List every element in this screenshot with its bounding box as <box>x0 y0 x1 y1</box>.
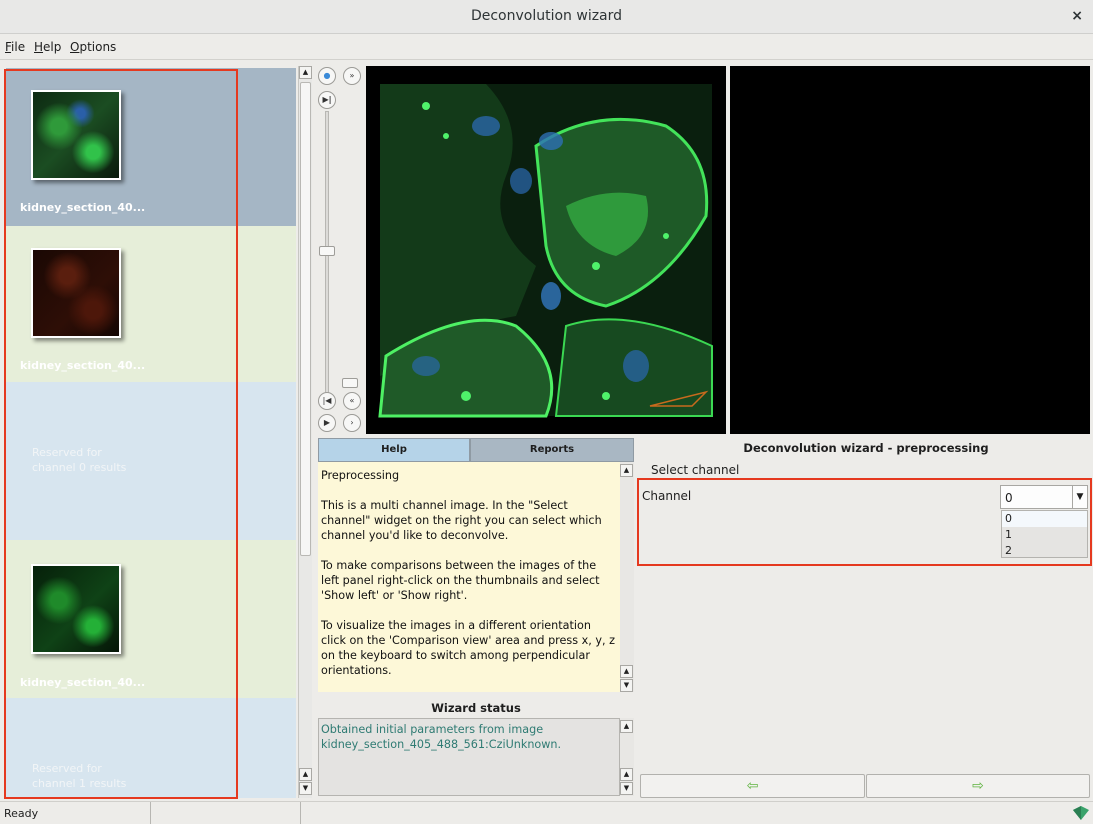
rewind-icon[interactable]: |◀ <box>318 392 336 410</box>
reserved-label: Reserved for channel 0 results <box>32 445 126 475</box>
play-icon[interactable]: ▶ <box>318 414 336 432</box>
scroll-up-icon[interactable]: ▲ <box>299 66 312 79</box>
menu-help[interactable]: Help <box>34 40 61 54</box>
channel-option[interactable]: 0 <box>1002 511 1087 527</box>
status-line: kidney_section_405_488_561:CziUnknown. <box>321 738 562 751</box>
status-text: Ready <box>4 807 39 820</box>
app-logo-icon <box>1073 806 1089 820</box>
reserved-label: Reserved for channel 1 results <box>32 761 126 791</box>
slider-knob[interactable] <box>342 378 358 388</box>
thumbnail-image <box>31 90 121 180</box>
window-title: Deconvolution wizard <box>470 8 623 24</box>
thumbnail-item[interactable]: kidney_section_40... <box>6 540 296 698</box>
help-heading: Preprocessing <box>321 469 400 482</box>
reserved-slot: Reserved for channel 0 results <box>6 382 296 540</box>
step-forward-icon[interactable]: » <box>343 67 361 85</box>
microscopy-image <box>378 84 713 418</box>
reserved-line: channel 0 results <box>32 461 127 474</box>
step-back-icon[interactable]: « <box>343 392 361 410</box>
status-divider <box>150 802 151 824</box>
thumbnail-label: kidney_section_40... <box>20 359 146 372</box>
chevron-down-icon[interactable]: ▼ <box>1072 486 1087 508</box>
play-end-icon[interactable]: ▶| <box>318 91 336 109</box>
channel-dropdown[interactable]: 0 ▼ <box>1000 485 1088 509</box>
menu-file[interactable]: File <box>5 40 25 54</box>
thumbnail-label: kidney_section_40... <box>20 676 146 689</box>
panel-title: Deconvolution wizard - preprocessing <box>743 441 989 455</box>
thumbnail-list: kidney_section_40... kidney_section_40..… <box>6 68 296 798</box>
channel-option[interactable]: 1 <box>1002 527 1087 543</box>
status-bar: Ready <box>0 801 1093 824</box>
thumbnail-item[interactable]: kidney_section_40... <box>6 226 296 382</box>
scroll-up-icon[interactable]: ▲ <box>620 720 633 733</box>
slice-slider[interactable] <box>325 111 329 401</box>
dot-icon[interactable]: ● <box>318 67 336 85</box>
thumbnail-image <box>31 248 121 338</box>
help-tabs: Help Reports <box>318 438 634 462</box>
help-scrollbar[interactable]: ▲ ▲ ▼ <box>620 462 634 692</box>
thumbnail-scrollbar[interactable]: ▲ ▲ ▼ <box>298 66 312 798</box>
help-paragraph: To visualize the images in a different o… <box>321 619 615 677</box>
status-scrollbar[interactable]: ▲ ▲ ▼ <box>620 718 634 796</box>
scroll-up-icon[interactable]: ▲ <box>620 768 633 781</box>
scroll-down-icon[interactable]: ▼ <box>620 679 633 692</box>
left-image-view[interactable] <box>366 66 726 434</box>
status-line: Obtained initial parameters from image <box>321 723 544 736</box>
scroll-down-icon[interactable]: ▼ <box>299 782 312 795</box>
title-bar: Deconvolution wizard × <box>0 0 1093 34</box>
reserved-slot: Reserved for channel 1 results <box>6 698 296 798</box>
channel-option[interactable]: 2 <box>1002 543 1087 559</box>
reserved-line: channel 1 results <box>32 777 127 790</box>
right-image-view[interactable] <box>730 66 1090 434</box>
scroll-down-icon[interactable]: ▼ <box>620 782 633 795</box>
help-paragraph: To make comparisons between the images o… <box>321 559 600 602</box>
wizard-status-title: Wizard status <box>431 701 521 715</box>
menu-options[interactable]: Options <box>70 40 116 54</box>
dropdown-value: 0 <box>1005 491 1013 505</box>
step-next-icon[interactable]: › <box>343 414 361 432</box>
menu-bar: File Help Options <box>0 34 1093 60</box>
tab-help[interactable]: Help <box>318 438 470 462</box>
wizard-status-log: Obtained initial parameters from image k… <box>318 718 620 796</box>
scroll-up-icon[interactable]: ▲ <box>620 464 633 477</box>
help-paragraph: This is a multi channel image. In the "S… <box>321 499 602 542</box>
slider-knob[interactable] <box>319 246 335 256</box>
thumbnail-label: kidney_section_40... <box>20 201 146 214</box>
reserved-line: Reserved for <box>32 446 102 459</box>
tab-reports[interactable]: Reports <box>470 438 634 462</box>
close-icon[interactable]: × <box>1071 8 1083 24</box>
back-button[interactable]: ⇦ <box>640 774 865 798</box>
select-channel-label: Select channel <box>651 463 740 477</box>
scroll-thumb[interactable] <box>300 82 311 556</box>
reserved-line: Reserved for <box>32 762 102 775</box>
next-button[interactable]: ⇨ <box>866 774 1090 798</box>
viewer-controls: ● » ▶| |◀ « ▶ › <box>316 66 364 436</box>
channel-label: Channel <box>642 489 692 503</box>
channel-options-list: 0 1 2 <box>1001 510 1088 558</box>
thumbnail-item[interactable]: kidney_section_40... <box>6 68 296 226</box>
help-text-panel: Preprocessing This is a multi channel im… <box>318 462 620 692</box>
thumbnail-image <box>31 564 121 654</box>
scroll-up-icon[interactable]: ▲ <box>299 768 312 781</box>
status-divider <box>300 802 301 824</box>
scroll-up-icon[interactable]: ▲ <box>620 665 633 678</box>
